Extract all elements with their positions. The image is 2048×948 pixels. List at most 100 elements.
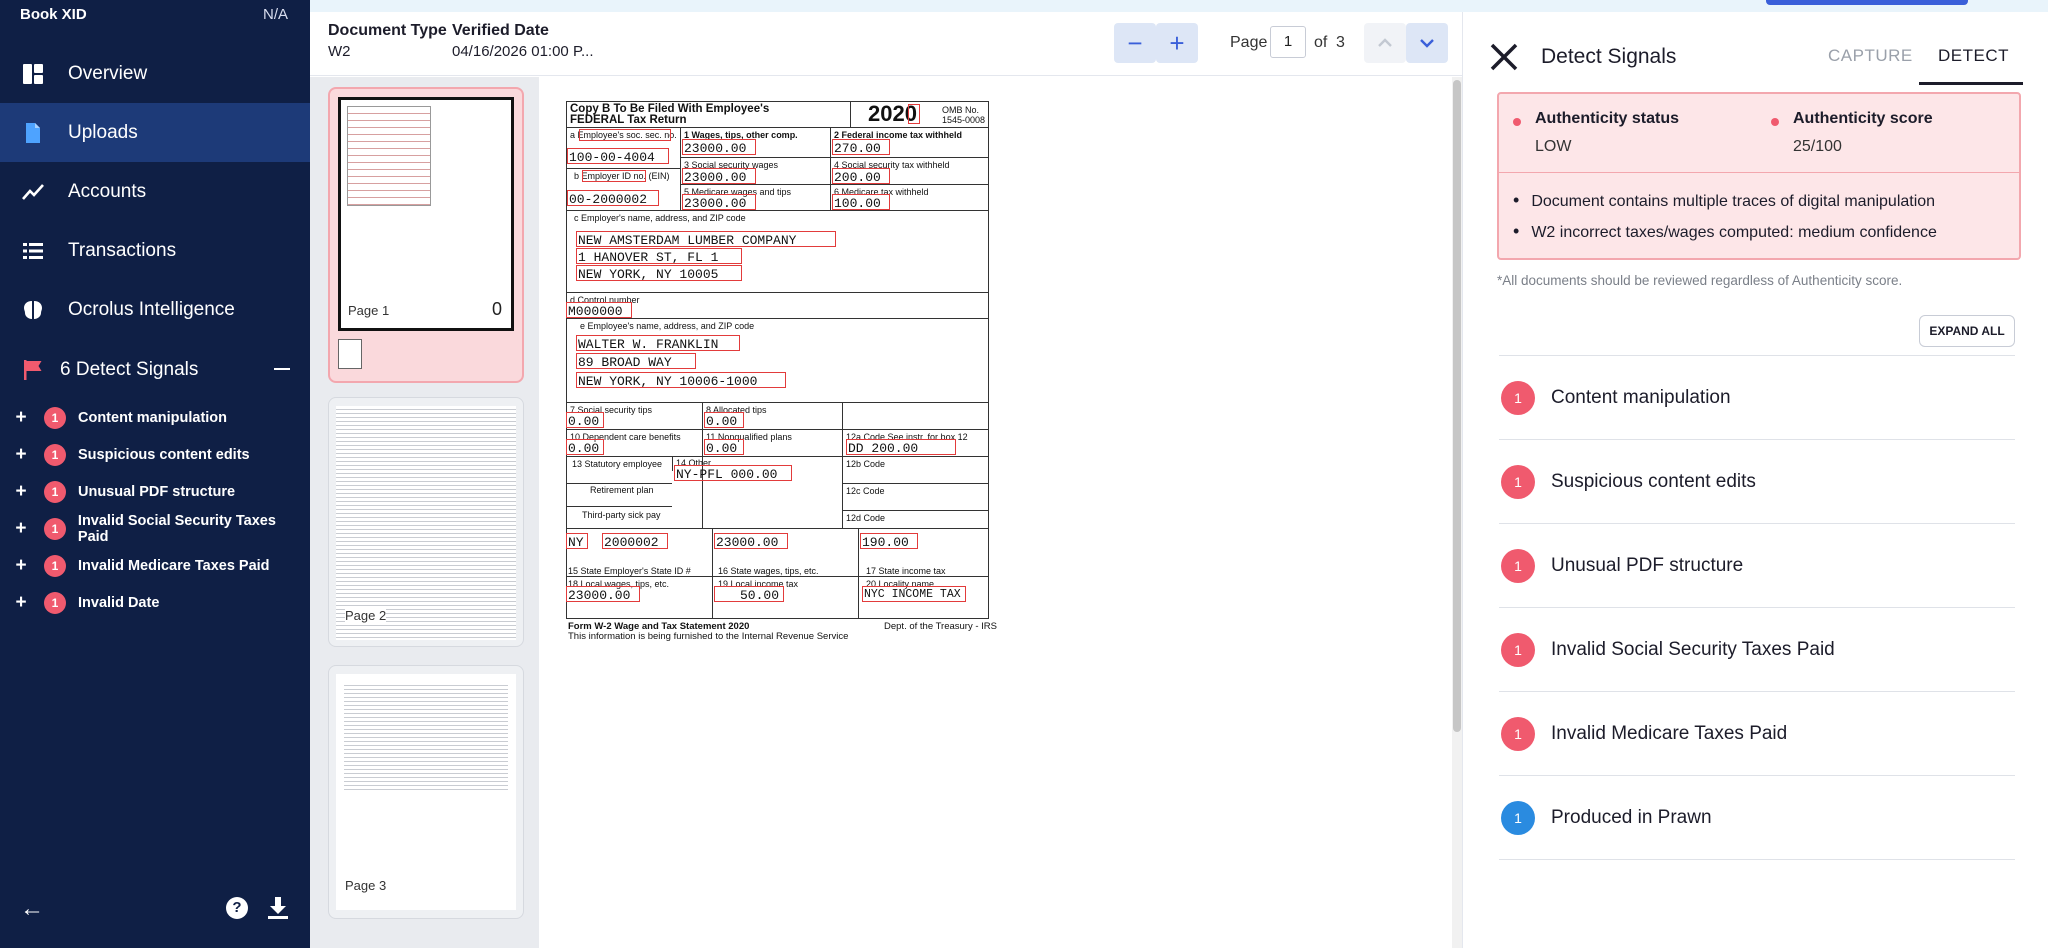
w2-highlight	[567, 190, 659, 206]
page-number-input[interactable]: 1	[1270, 26, 1306, 58]
w2-highlight	[704, 439, 744, 455]
signal-item-unusual-pdf[interactable]: 1 Unusual PDF structure	[1499, 524, 2015, 608]
w2-form: Copy B To Be Filed With Employee's FEDER…	[566, 101, 997, 642]
w2-highlight	[846, 439, 956, 455]
signal-label: Unusual PDF structure	[78, 483, 236, 500]
zoom-out-button[interactable]: −	[1114, 23, 1156, 63]
close-icon[interactable]	[1489, 42, 1519, 72]
signal-item-invalid-medicare[interactable]: 1 Invalid Medicare Taxes Paid	[1499, 692, 2015, 776]
top-action-button[interactable]	[1766, 0, 1968, 5]
signal-label: Content manipulation	[78, 409, 228, 426]
page-thumbnails: Page 1 0 Page 2 Page 3	[310, 77, 539, 948]
authenticity-alert: Authenticity status LOW Authenticity sco…	[1497, 92, 2021, 260]
auth-score-value: 25/100	[1793, 138, 1842, 155]
signal-item-produced-in-prawn[interactable]: 1 Produced in Prawn	[1499, 776, 2015, 860]
nav-overview-label: Overview	[68, 62, 148, 84]
w2-highlight	[674, 465, 792, 481]
w2-retirement-plan: Retirement plan	[590, 485, 654, 495]
page-label: Page	[1230, 34, 1268, 51]
zoom-in-button[interactable]: +	[1156, 23, 1198, 63]
collapse-minus-icon[interactable]	[274, 368, 290, 370]
w2-highlight	[576, 372, 786, 388]
w2-highlight	[566, 533, 588, 549]
signal-label: Content manipulation	[1551, 386, 1731, 408]
w2-box-16: 16 State wages, tips, etc.	[718, 566, 819, 576]
signal-count-badge: 1	[44, 480, 66, 503]
w2-highlight	[682, 168, 756, 184]
expand-plus-icon[interactable]: +	[14, 407, 28, 429]
w2-footer-info: This information is being furnished to t…	[568, 631, 849, 642]
sidebar-signal-item[interactable]: + 1 Invalid Medicare Taxes Paid	[0, 547, 310, 584]
signal-count-badge: 1	[1501, 380, 1535, 415]
nav-detect-signals[interactable]: 6 Detect Signals	[0, 340, 310, 399]
w2-highlight	[714, 533, 788, 549]
signal-count-badge: 1	[44, 554, 66, 577]
top-strip	[310, 0, 1462, 12]
w2-highlight	[576, 248, 742, 264]
nav-uploads[interactable]: Uploads	[0, 103, 310, 162]
nav-accounts[interactable]: Accounts	[0, 162, 310, 221]
help-icon[interactable]: ?	[226, 897, 248, 919]
signal-count-badge: 1	[1501, 464, 1535, 499]
tab-detect[interactable]: DETECT	[1938, 46, 2009, 66]
w2-federal: FEDERAL Tax Return	[570, 114, 687, 126]
expand-plus-icon[interactable]: +	[14, 518, 28, 540]
sidebar-signal-item[interactable]: + 1 Invalid Social Security Taxes Paid	[0, 510, 310, 547]
w2-box-13: 13 Statutory employee	[572, 459, 663, 469]
sidebar-signal-item[interactable]: + 1 Unusual PDF structure	[0, 473, 310, 510]
nav-uploads-label: Uploads	[68, 121, 138, 143]
w2-highlight	[566, 302, 632, 318]
thumbnail-page-number: 0	[492, 299, 503, 319]
expand-plus-icon[interactable]: +	[14, 481, 28, 503]
sidebar-signal-item[interactable]: + 1 Invalid Date	[0, 584, 310, 621]
prev-page-button[interactable]	[1364, 23, 1406, 63]
signal-item-suspicious-edits[interactable]: 1 Suspicious content edits	[1499, 440, 2015, 524]
thumbnail-page-2[interactable]: Page 2	[328, 397, 524, 647]
nav-overview[interactable]: Overview	[0, 44, 310, 103]
nav-detect-signals-label: 6 Detect Signals	[60, 358, 199, 380]
book-xid-value: N/A	[262, 6, 288, 23]
w2-box-12d: 12d Code	[846, 513, 886, 523]
thumbnail-caption: Page 3	[345, 878, 387, 893]
w2-highlight	[714, 586, 784, 602]
w2-highlight	[862, 586, 966, 602]
nav-transactions-label: Transactions	[68, 239, 177, 261]
w2-highlight	[576, 335, 740, 351]
signal-item-invalid-ss-taxes[interactable]: 1 Invalid Social Security Taxes Paid	[1499, 608, 2015, 692]
viewer-scrollbar-thumb[interactable]	[1453, 80, 1461, 732]
next-page-button[interactable]	[1406, 23, 1448, 63]
nav-transactions[interactable]: Transactions	[0, 221, 310, 280]
signal-label: Invalid Social Security Taxes Paid	[1551, 638, 1835, 660]
flag-icon	[20, 357, 46, 383]
back-arrow-icon[interactable]: ←	[20, 895, 44, 923]
w2-box-12c: 12c Code	[846, 486, 885, 496]
thumbnail-page-3[interactable]: Page 3	[328, 665, 524, 919]
download-icon[interactable]	[266, 895, 290, 921]
nav-ocrolus-intelligence[interactable]: Ocrolus Intelligence	[0, 280, 310, 339]
signal-count-badge: 1	[1501, 548, 1535, 583]
w2-box-e: e Employee's name, address, and ZIP code	[580, 321, 755, 331]
signal-label: Suspicious content edits	[1551, 470, 1756, 492]
sidebar-signal-item[interactable]: + 1 Content manipulation	[0, 399, 310, 436]
status-dot-icon	[1513, 118, 1521, 126]
expand-plus-icon[interactable]: +	[14, 555, 28, 577]
expand-all-button[interactable]: EXPAND ALL	[1919, 315, 2015, 347]
alert-bullet: W2 incorrect taxes/wages computed: mediu…	[1513, 221, 1937, 242]
thumbnail-page-1[interactable]: Page 1 0	[328, 87, 524, 383]
expand-plus-icon[interactable]: +	[14, 592, 28, 614]
thumbnail-caption: Page 1	[348, 303, 390, 318]
thumbnail-caption: Page 2	[345, 608, 387, 623]
tab-capture[interactable]: CAPTURE	[1828, 46, 1913, 66]
signal-item-content-manipulation[interactable]: 1 Content manipulation	[1499, 356, 2015, 440]
panel-title: Detect Signals	[1541, 45, 1677, 68]
list-icon	[20, 238, 46, 264]
w2-highlight	[832, 168, 890, 184]
expand-plus-icon[interactable]: +	[14, 444, 28, 466]
signal-count-badge: 1	[44, 591, 66, 614]
thumbnail-mini-page[interactable]	[338, 339, 362, 369]
review-note: *All documents should be reviewed regard…	[1497, 273, 1903, 288]
brain-icon	[20, 297, 46, 323]
signal-count-badge: 1	[44, 443, 66, 466]
nav-accounts-label: Accounts	[68, 180, 147, 202]
sidebar-signal-item[interactable]: + 1 Suspicious content edits	[0, 436, 310, 473]
